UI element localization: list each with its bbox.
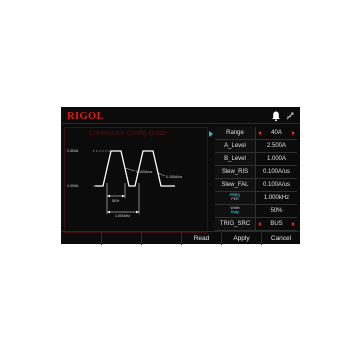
a-level-label: 2.500A — [67, 149, 79, 153]
param-name: TRIG_SRC — [215, 218, 256, 230]
freq-label: 1.000kHz — [115, 214, 131, 218]
softkey-bar: Read Apply Cancel — [61, 231, 300, 245]
diagram-title: Continuous Config Guide — [89, 130, 168, 137]
param-row-a-level[interactable]: A_Level 2.500A — [215, 140, 297, 153]
param-name: Range — [215, 127, 256, 139]
param-name: B_Level — [215, 153, 256, 165]
bell-icon — [272, 111, 280, 122]
param-value-b-level[interactable]: 1.000A — [256, 153, 297, 165]
param-value-range[interactable]: 40A — [256, 127, 297, 139]
increase-arrow-icon[interactable] — [292, 222, 295, 226]
param-row-width[interactable]: Width Duty 50% — [215, 205, 297, 218]
slew-rise-label: 0.100A/us — [136, 170, 153, 174]
param-row-slew-rise[interactable]: Slew_RIS 0.100A/us — [215, 166, 297, 179]
slew-fall-label: 0.100A/us — [166, 175, 183, 179]
freq-per-toggle[interactable]: FREQ PER — [215, 192, 256, 204]
header-divider — [61, 123, 300, 124]
softkey-2[interactable] — [101, 232, 141, 245]
parameter-table: Range 40A A_Level 2.500A B_Level 1.000A … — [215, 127, 297, 231]
param-row-range[interactable]: Range 40A — [215, 127, 297, 140]
width-duty-toggle[interactable]: Width Duty — [215, 205, 256, 217]
param-value-slew-fall[interactable]: 0.100A/us — [256, 179, 297, 191]
cancel-button[interactable]: Cancel — [261, 232, 300, 245]
b-level-label: 1.000A — [67, 184, 79, 188]
softkey-3[interactable] — [141, 232, 181, 245]
mode-duty[interactable]: Duty — [215, 210, 255, 214]
waveform — [93, 150, 175, 214]
width-label: 50% — [112, 199, 120, 203]
increase-arrow-icon[interactable] — [292, 131, 295, 135]
param-row-freq[interactable]: FREQ PER 1.000kHz — [215, 192, 297, 205]
param-value-slew-rise[interactable]: 0.100A/us — [256, 166, 297, 178]
param-row-b-level[interactable]: B_Level 1.000A — [215, 153, 297, 166]
apply-button[interactable]: Apply — [221, 232, 261, 245]
usb-icon — [286, 112, 294, 120]
rigol-logo: RIGOL — [67, 111, 105, 122]
param-row-trig-src[interactable]: TRIG_SRC BUS — [215, 218, 297, 231]
mode-per[interactable]: PER — [215, 197, 255, 201]
read-button[interactable]: Read — [181, 232, 221, 245]
param-name: Slew_FAL — [215, 179, 256, 191]
param-name: Slew_RIS — [215, 166, 256, 178]
config-guide-diagram: Continuous Config Guide 2.500A 1.000A 0.… — [64, 127, 208, 233]
param-value-duty[interactable]: 50% — [256, 205, 297, 217]
selection-pointer-icon — [209, 131, 213, 137]
decrease-arrow-icon[interactable] — [258, 222, 261, 226]
param-row-slew-fall[interactable]: Slew_FAL 0.100A/us — [215, 179, 297, 192]
softkey-1[interactable] — [61, 232, 100, 245]
decrease-arrow-icon[interactable] — [258, 131, 261, 135]
param-name: A_Level — [215, 140, 256, 152]
param-value-a-level[interactable]: 2.500A — [256, 140, 297, 152]
param-value-freq[interactable]: 1.000kHz — [256, 192, 297, 204]
instrument-screen: RIGOL Continuous Config Guide 2.500A 1.0… — [61, 107, 300, 245]
param-value-trig-src[interactable]: BUS — [256, 218, 297, 230]
